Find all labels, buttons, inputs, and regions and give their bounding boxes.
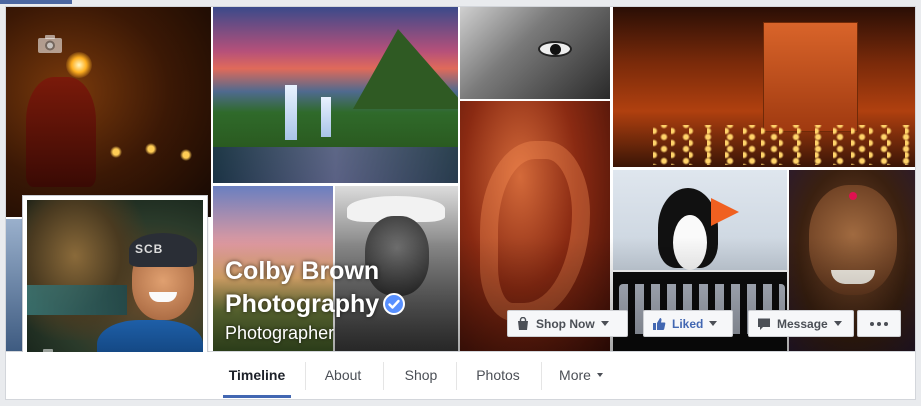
page-title-line2: Photography	[225, 288, 406, 321]
page-nav-bar: Timeline About Shop Photos More	[5, 352, 916, 400]
message-bubble-icon	[757, 317, 771, 331]
message-label: Message	[777, 316, 828, 331]
chevron-down-icon	[600, 321, 609, 326]
tab-more-label: More	[559, 367, 591, 383]
chevron-down-icon	[833, 321, 842, 326]
more-options-button[interactable]	[857, 310, 901, 337]
more-dots-icon	[870, 321, 888, 326]
message-button[interactable]: Message	[748, 310, 854, 337]
shop-now-button[interactable]: Shop Now	[507, 310, 628, 337]
tab-divider	[383, 362, 384, 390]
profile-picture[interactable]: SCB	[27, 200, 203, 377]
top-accent-bar	[0, 0, 72, 4]
cover-tile-eye-portrait	[460, 7, 610, 99]
tab-shop[interactable]: Shop	[386, 352, 456, 398]
tab-timeline[interactable]: Timeline	[222, 352, 292, 398]
facebook-page-header: Colby Brown Photography Photographer Sho…	[0, 0, 921, 406]
cover-tile-puffin	[613, 170, 787, 270]
cover-tile-petra-candles	[613, 7, 915, 167]
thumbs-up-icon	[652, 317, 666, 331]
tab-divider	[456, 362, 457, 390]
tab-about[interactable]: About	[308, 352, 378, 398]
page-title[interactable]: Colby Brown Photography	[225, 255, 406, 321]
tab-photos[interactable]: Photos	[461, 352, 535, 398]
tab-more[interactable]: More	[546, 352, 616, 398]
chevron-down-icon	[709, 321, 718, 326]
cover-tile-waterfall-landscape	[213, 7, 458, 183]
liked-button[interactable]: Liked	[643, 310, 733, 337]
liked-label: Liked	[672, 316, 704, 331]
verified-badge-icon	[383, 291, 406, 315]
tab-divider	[541, 362, 542, 390]
tab-divider	[305, 362, 306, 390]
camera-icon[interactable]	[37, 34, 63, 54]
active-tab-indicator	[223, 395, 291, 398]
beanie-logo-text: SCB	[135, 242, 164, 256]
shopping-bag-icon	[516, 316, 530, 331]
shop-now-label: Shop Now	[536, 316, 595, 331]
page-category[interactable]: Photographer	[225, 323, 334, 344]
chevron-down-icon	[596, 373, 603, 377]
page-title-line1: Colby Brown	[225, 257, 380, 285]
